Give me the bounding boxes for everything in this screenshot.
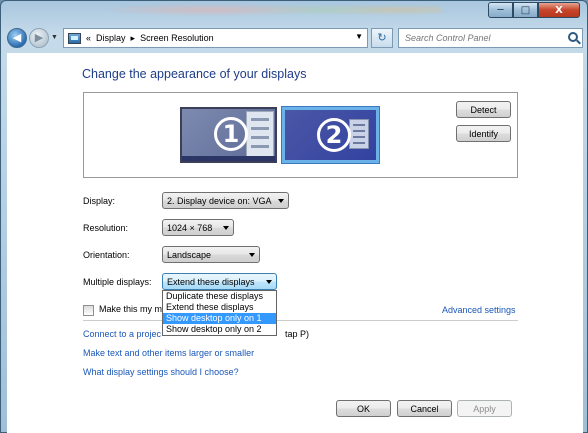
resolution-select[interactable]: 1024 × 768 [162, 219, 234, 236]
orientation-select-value: Landscape [167, 249, 212, 260]
chevron-down-icon [223, 226, 229, 230]
search-icon[interactable] [568, 32, 578, 42]
breadcrumb-prefix[interactable]: « [86, 33, 91, 43]
display-preview: 1 2 Detect Identify [83, 92, 518, 178]
identify-button[interactable]: Identify [456, 125, 511, 142]
dropdown-option-extend[interactable]: Extend these displays [163, 302, 276, 313]
monitor-number-1: 1 [214, 117, 248, 151]
refresh-button[interactable]: ↻ [371, 28, 393, 48]
resolution-select-value: 1024 × 768 [167, 222, 213, 233]
window-thumbnail [349, 119, 369, 149]
taskbar-thumbnail [182, 156, 275, 161]
display-select-value: 2. Display device on: VGA [167, 195, 272, 206]
apply-button[interactable]: Apply [457, 400, 512, 417]
monitor-1[interactable]: 1 [180, 107, 277, 163]
page-title: Change the appearance of your displays [82, 67, 307, 81]
minimize-button[interactable]: ─ [488, 2, 513, 18]
control-panel-window: ─ □ X ◀ ▶ ▼ « Display ▸ Screen Resolutio… [0, 0, 588, 433]
connect-projector-link[interactable]: Connect to a projec [83, 329, 161, 339]
make-main-display-checkbox[interactable] [83, 305, 94, 316]
caption-buttons: ─ □ X [488, 2, 580, 18]
multiple-displays-select-value: Extend these displays [167, 276, 255, 287]
breadcrumb-display[interactable]: Display [96, 33, 126, 43]
advanced-settings-link[interactable]: Advanced settings [442, 305, 516, 315]
search-input[interactable] [405, 33, 565, 43]
chevron-down-icon [278, 199, 284, 203]
close-button[interactable]: X [538, 2, 580, 18]
resolution-label: Resolution: [83, 223, 129, 233]
forward-button[interactable]: ▶ [29, 28, 49, 48]
monitor-number-2: 2 [317, 118, 351, 152]
orientation-label: Orientation: [83, 250, 130, 260]
window-thumbnail [246, 111, 274, 157]
address-bar[interactable]: « Display ▸ Screen Resolution ▼ [63, 28, 368, 48]
connect-projector-shortcut-text: tap P) [285, 329, 310, 339]
make-main-display-label[interactable]: Make this my ma [99, 304, 167, 314]
breadcrumb-separator-icon[interactable]: ▸ [131, 33, 136, 44]
content-pane: Change the appearance of your displays 1… [7, 53, 583, 433]
divider [83, 320, 518, 321]
text-size-link[interactable]: Make text and other items larger or smal… [83, 348, 254, 358]
navigation-bar: ◀ ▶ ▼ « Display ▸ Screen Resolution ▼ ↻ [5, 27, 583, 49]
maximize-button[interactable]: □ [513, 2, 538, 18]
ok-button[interactable]: OK [336, 400, 391, 417]
display-label: Display: [83, 196, 116, 206]
dropdown-option-desktop-2[interactable]: Show desktop only on 2 [163, 324, 276, 335]
multiple-displays-label: Multiple displays: [83, 277, 152, 287]
control-panel-icon [68, 32, 81, 44]
detect-button[interactable]: Detect [456, 101, 511, 118]
monitor-2-selected[interactable]: 2 [281, 106, 380, 164]
dropdown-option-duplicate[interactable]: Duplicate these displays [163, 291, 276, 302]
display-help-link[interactable]: What display settings should I choose? [83, 367, 239, 377]
search-box[interactable] [398, 28, 583, 48]
breadcrumb-screen-resolution[interactable]: Screen Resolution [140, 33, 214, 43]
chevron-down-icon [266, 280, 272, 284]
titlebar-background [111, 1, 441, 23]
multiple-displays-dropdown: Duplicate these displays Extend these di… [162, 290, 277, 336]
cancel-button[interactable]: Cancel [397, 400, 452, 417]
orientation-select[interactable]: Landscape [162, 246, 260, 263]
back-button[interactable]: ◀ [7, 28, 27, 48]
display-select[interactable]: 2. Display device on: VGA [162, 192, 289, 209]
chevron-down-icon [249, 253, 255, 257]
address-dropdown-icon[interactable]: ▼ [355, 32, 363, 41]
dropdown-option-desktop-1[interactable]: Show desktop only on 1 [163, 313, 276, 324]
recent-pages-dropdown-icon[interactable]: ▼ [51, 34, 58, 41]
multiple-displays-select[interactable]: Extend these displays [162, 273, 277, 290]
